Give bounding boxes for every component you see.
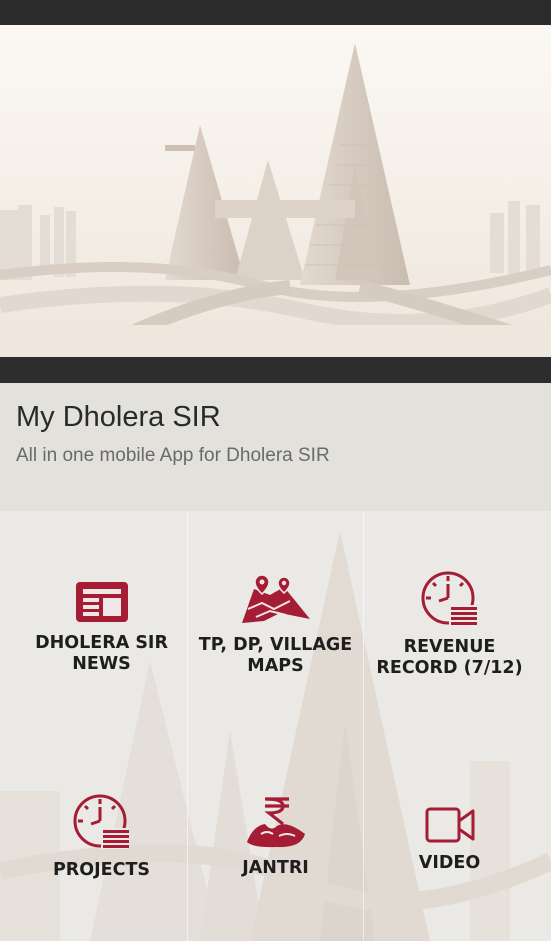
tile-label: DHOLERA SIR NEWS: [35, 633, 168, 674]
tile-label: VIDEO: [418, 853, 481, 873]
newspaper-icon: [75, 582, 128, 622]
tile-label: TP, DP, VILLAGE MAPS: [198, 635, 353, 676]
app-header: My Dholera SIR All in one mobile App for…: [0, 383, 551, 511]
tile-tp-dp-village-maps[interactable]: TP, DP, VILLAGE MAPS: [188, 573, 363, 677]
tile-label: PROJECTS: [52, 860, 151, 880]
tile-label: REVENUE RECORD (7/12): [376, 637, 523, 678]
app-title: My Dholera SIR: [16, 401, 221, 433]
hero-bottom-strip: [0, 357, 551, 383]
map-pins-icon: [241, 574, 310, 623]
app-subtitle: All in one mobile App for Dholera SIR: [16, 445, 330, 466]
tile-label: JANTRI: [242, 858, 309, 878]
hero-banner-image: [0, 25, 551, 357]
city-skyline-illustration: [0, 25, 551, 357]
tile-dholera-sir-news[interactable]: DHOLERA SIR NEWS: [14, 581, 189, 675]
status-bar: [0, 0, 551, 25]
menu-grid: DHOLERA SIR NEWS TP, DP, VILLAGE MAPS RE…: [0, 511, 551, 941]
tile-revenue-record[interactable]: REVENUE RECORD (7/12): [362, 571, 537, 679]
video-camera-icon: [425, 807, 474, 843]
rupee-land-icon: [246, 797, 305, 848]
clock-document-icon: [73, 794, 129, 849]
tile-projects[interactable]: PROJECTS: [14, 794, 189, 881]
tile-jantri[interactable]: JANTRI: [188, 796, 363, 879]
tile-video[interactable]: VIDEO: [362, 807, 537, 874]
clock-document-icon: [421, 571, 477, 626]
